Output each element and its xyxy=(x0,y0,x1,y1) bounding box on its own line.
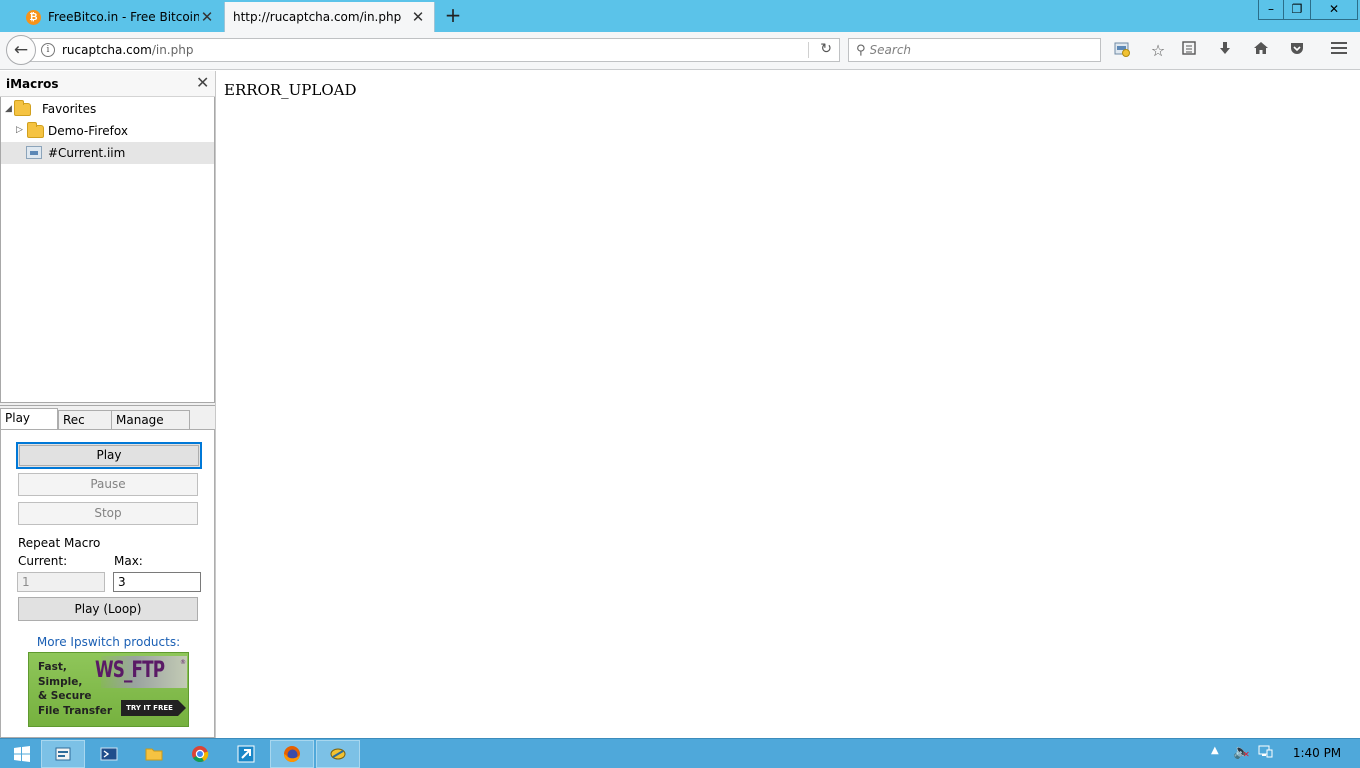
tab-freebitco[interactable]: ₿ FreeBitco.in - Free Bitcoin ... ✕ xyxy=(18,2,223,32)
download-icon[interactable] xyxy=(1214,40,1236,62)
ad-line: File Transfer xyxy=(38,705,113,717)
info-icon[interactable]: i xyxy=(41,43,55,57)
chrome-icon[interactable] xyxy=(178,740,222,768)
max-label: Max: xyxy=(114,554,143,568)
current-field xyxy=(17,572,105,592)
tree-item-current-iim[interactable]: #Current.iim xyxy=(1,142,214,164)
sidebar-header: iMacros ✕ xyxy=(0,71,215,97)
home-icon[interactable] xyxy=(1250,40,1272,62)
ws-ftp-ad-banner[interactable]: WS_FTP ® Fast, Simple, & Secure File Tra… xyxy=(28,652,189,727)
reload-icon[interactable]: ↻ xyxy=(820,41,832,57)
tab-close-icon[interactable]: ✕ xyxy=(199,9,215,25)
error-message: ERROR_UPLOAD xyxy=(224,81,357,99)
play-button[interactable]: Play xyxy=(16,442,202,469)
search-bar[interactable]: ⚲ xyxy=(848,38,1101,62)
tab-rucaptcha[interactable]: http://rucaptcha.com/in.php ✕ xyxy=(224,2,435,32)
imacros-sidebar: iMacros ✕ ◢ Favorites ▷ Demo-Firefox #Cu… xyxy=(0,71,216,738)
shortcut-icon[interactable] xyxy=(224,740,268,768)
tree-label: Demo-Firefox xyxy=(48,124,128,138)
tab-close-icon[interactable]: ✕ xyxy=(410,9,426,25)
ad-line: & Secure xyxy=(38,690,92,702)
new-tab-button[interactable]: + xyxy=(443,5,463,26)
ad-logo-text: WS_FTP xyxy=(95,658,165,683)
tab-title: http://rucaptcha.com/in.php xyxy=(233,10,402,24)
url-domain: rucaptcha.com xyxy=(62,43,152,57)
tab-play[interactable]: Play xyxy=(0,408,58,431)
url-path: /in.php xyxy=(151,43,194,57)
bookmark-star-icon[interactable]: ☆ xyxy=(1147,40,1169,62)
stop-button[interactable]: Stop xyxy=(18,502,198,525)
try-it-free-button[interactable]: TRY IT FREE xyxy=(121,700,186,716)
ad-logo-mark: ® xyxy=(180,659,186,666)
tab-manage[interactable]: Manage xyxy=(111,410,190,430)
page-content: ERROR_UPLOAD xyxy=(217,71,1360,738)
muted-icon: ✕ xyxy=(1243,750,1250,759)
firefox-icon[interactable] xyxy=(270,740,314,768)
tree-item-demo-firefox[interactable]: ▷ Demo-Firefox xyxy=(1,120,214,142)
folder-icon[interactable] xyxy=(132,740,176,768)
back-button[interactable]: ← xyxy=(6,35,36,65)
pause-button[interactable]: Pause xyxy=(18,473,198,496)
taskbar: ▲ 🔈 ✕ 1:40 PM xyxy=(0,738,1360,768)
url-separator xyxy=(808,42,809,58)
macro-file-icon xyxy=(26,146,42,159)
url-bar[interactable]: i rucaptcha.com/in.php ↻ xyxy=(24,38,840,62)
tab-bar: ₿ FreeBitco.in - Free Bitcoin ... ✕ http… xyxy=(0,0,1360,32)
clock[interactable]: 1:40 PM xyxy=(1284,746,1350,760)
tab-title: FreeBitco.in - Free Bitcoin ... xyxy=(48,10,199,24)
restore-button[interactable]: ❐ xyxy=(1284,0,1311,20)
ad-line: Simple, xyxy=(38,676,83,688)
search-icon: ⚲ xyxy=(856,42,866,58)
bitcoin-icon: ₿ xyxy=(26,9,41,25)
pocket-icon[interactable] xyxy=(1286,40,1308,62)
sidebar-tabs: Rec Manage Play xyxy=(0,405,215,431)
tree-item-favorites[interactable]: ◢ Favorites xyxy=(1,98,214,120)
app-icon[interactable] xyxy=(316,740,360,768)
folder-icon xyxy=(27,122,44,138)
menu-icon[interactable] xyxy=(1328,40,1350,62)
imacros-icon[interactable] xyxy=(1111,40,1133,62)
tree-label: #Current.iim xyxy=(48,146,126,160)
ad-line: Fast, xyxy=(38,661,67,673)
tree-label: Favorites xyxy=(42,102,97,116)
windows-start-icon[interactable] xyxy=(0,740,44,768)
play-loop-button[interactable]: Play (Loop) xyxy=(18,597,198,621)
folder-icon xyxy=(14,100,31,116)
sidebar-close-icon[interactable]: ✕ xyxy=(196,74,209,92)
navigation-toolbar: i rucaptcha.com/in.php ↻ ← ⚲ ☆ xyxy=(0,32,1360,70)
url-text: rucaptcha.com/in.php xyxy=(62,43,193,57)
tab-rec[interactable]: Rec xyxy=(58,410,112,430)
tray-expand-icon[interactable]: ▲ xyxy=(1211,745,1219,756)
expand-triangle-icon[interactable]: ▷ xyxy=(16,125,23,135)
powershell-icon[interactable] xyxy=(87,740,131,768)
back-arrow-icon: ← xyxy=(13,40,29,60)
search-input[interactable] xyxy=(869,43,1090,57)
minimize-button[interactable]: – xyxy=(1258,0,1284,20)
collapse-triangle-icon[interactable]: ◢ xyxy=(5,104,12,114)
max-field[interactable] xyxy=(113,572,201,592)
sidebar-title: iMacros xyxy=(6,77,59,91)
repeat-macro-label: Repeat Macro xyxy=(18,536,101,550)
current-label: Current: xyxy=(18,554,68,568)
file-manager-icon[interactable] xyxy=(41,740,85,768)
window-close-button[interactable]: ✕ xyxy=(1311,0,1358,20)
macro-tree: ◢ Favorites ▷ Demo-Firefox #Current.iim xyxy=(0,97,215,403)
more-products-link[interactable]: More Ipswitch products: xyxy=(1,635,216,649)
reading-list-icon[interactable] xyxy=(1178,40,1200,62)
network-icon[interactable] xyxy=(1258,744,1273,763)
play-panel: Play Pause Stop Repeat Macro Current: Ma… xyxy=(0,429,215,738)
